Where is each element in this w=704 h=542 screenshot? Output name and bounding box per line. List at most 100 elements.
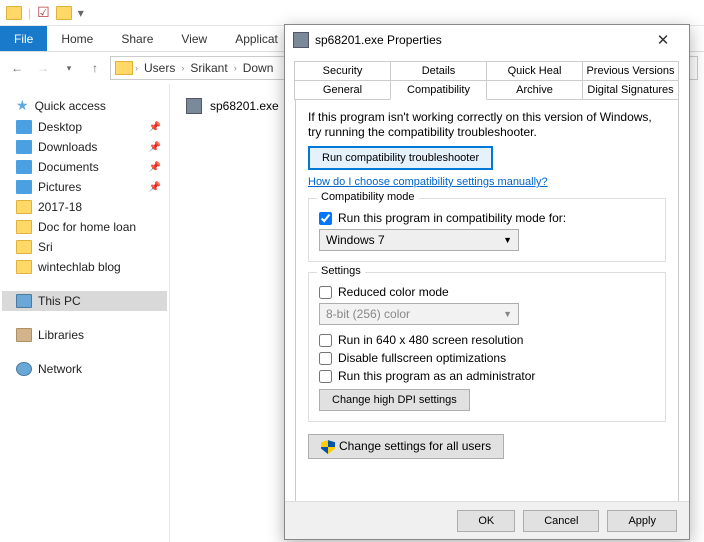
pin-icon: 📌: [149, 142, 161, 153]
back-button[interactable]: ←: [6, 57, 28, 79]
folder-icon: [16, 200, 32, 214]
qat-dropdown[interactable]: ▾: [78, 6, 84, 20]
documents-icon: [16, 160, 32, 174]
tab-file[interactable]: File: [0, 26, 47, 51]
close-button[interactable]: ✕: [645, 31, 681, 49]
desktop-icon: [16, 120, 32, 134]
color-mode-select: 8-bit (256) color▼: [319, 303, 519, 325]
tree-quick-access[interactable]: ★ Quick access: [2, 94, 167, 117]
run-troubleshooter-button[interactable]: Run compatibility troubleshooter: [308, 146, 493, 170]
tree-label: Pictures: [38, 180, 81, 194]
disable-fullscreen-checkbox[interactable]: Disable fullscreen optimizations: [319, 351, 655, 365]
compat-mode-select[interactable]: Windows 7▼: [319, 229, 519, 251]
tab-home[interactable]: Home: [47, 26, 107, 51]
pictures-icon: [16, 180, 32, 194]
group-legend: Settings: [317, 265, 365, 277]
checkbox-icon[interactable]: ☑: [37, 4, 50, 21]
tree-label: Sri: [38, 240, 53, 254]
file-name: sp68201.exe: [210, 99, 279, 113]
ok-button[interactable]: OK: [457, 510, 515, 532]
checkbox-input[interactable]: [319, 334, 332, 347]
chevron-right-icon[interactable]: ›: [181, 63, 184, 73]
checkbox-input[interactable]: [319, 286, 332, 299]
tab-quickheal[interactable]: Quick Heal: [486, 61, 583, 80]
compat-mode-checkbox[interactable]: Run this program in compatibility mode f…: [319, 211, 655, 225]
dialog-title: sp68201.exe Properties: [315, 33, 645, 47]
checkbox-input[interactable]: [319, 352, 332, 365]
tree-wintechlab[interactable]: wintechlab blog: [2, 257, 167, 277]
recent-dropdown[interactable]: ▾: [58, 57, 80, 79]
change-dpi-button[interactable]: Change high DPI settings: [319, 389, 470, 411]
tree-network[interactable]: Network: [2, 359, 167, 379]
change-all-users-button[interactable]: Change settings for all users: [308, 434, 504, 459]
tab-general[interactable]: General: [294, 80, 391, 100]
group-legend: Compatibility mode: [317, 191, 419, 203]
tab-details[interactable]: Details: [390, 61, 487, 80]
description-text: If this program isn't working correctly …: [308, 110, 666, 140]
tab-previous-versions[interactable]: Previous Versions: [582, 61, 679, 80]
tree-label: 2017-18: [38, 200, 82, 214]
tree-label: wintechlab blog: [38, 260, 121, 274]
tree-sri[interactable]: Sri: [2, 237, 167, 257]
tab-digital-signatures[interactable]: Digital Signatures: [582, 80, 679, 100]
tree-documents[interactable]: Documents📌: [2, 157, 167, 177]
dialog-titlebar[interactable]: sp68201.exe Properties ✕: [285, 25, 689, 55]
cancel-button[interactable]: Cancel: [523, 510, 599, 532]
tab-share[interactable]: Share: [107, 26, 167, 51]
folder-icon: [6, 6, 22, 20]
tree-2017-18[interactable]: 2017-18: [2, 197, 167, 217]
crumb-users[interactable]: Users: [140, 61, 179, 75]
tree-label: Downloads: [38, 140, 97, 154]
tree-desktop[interactable]: Desktop 📌: [2, 117, 167, 137]
network-icon: [16, 362, 32, 376]
tab-view[interactable]: View: [167, 26, 221, 51]
tree-pictures[interactable]: Pictures 📌: [2, 177, 167, 197]
compatibility-pane: If this program isn't working correctly …: [295, 99, 679, 511]
folder-icon[interactable]: [56, 6, 72, 20]
up-button[interactable]: ↑: [84, 57, 106, 79]
tree-label: Network: [38, 362, 82, 376]
forward-button: →: [32, 57, 54, 79]
tree-doc-loan[interactable]: Doc for home loan: [2, 217, 167, 237]
downloads-icon: [16, 140, 32, 154]
tab-compatibility[interactable]: Compatibility: [390, 80, 487, 100]
star-icon: ★: [16, 97, 29, 114]
shield-icon: [321, 440, 335, 454]
apply-button[interactable]: Apply: [607, 510, 677, 532]
folder-icon: [16, 220, 32, 234]
reduced-color-checkbox[interactable]: Reduced color mode: [319, 285, 655, 299]
checkbox-input[interactable]: [319, 212, 332, 225]
chevron-right-icon[interactable]: ›: [234, 63, 237, 73]
crumb-down[interactable]: Down: [239, 61, 278, 75]
libraries-icon: [16, 328, 32, 342]
pin-icon: 📌: [149, 182, 161, 193]
pc-icon: [16, 294, 32, 308]
nav-tree: ★ Quick access Desktop 📌 Downloads 📌 Docume…: [0, 84, 170, 542]
settings-group: Settings Reduced color mode 8-bit (256) …: [308, 272, 666, 422]
tree-this-pc[interactable]: This PC: [2, 291, 167, 311]
manual-settings-link[interactable]: How do I choose compatibility settings m…: [308, 176, 548, 188]
tab-archive[interactable]: Archive: [486, 80, 583, 100]
pin-icon: 📌: [149, 162, 161, 173]
divider: |: [28, 6, 31, 20]
folder-icon: [16, 240, 32, 254]
exe-icon: [186, 98, 202, 114]
crumb-srikant[interactable]: Srikant: [186, 61, 231, 75]
chevron-right-icon[interactable]: ›: [135, 63, 138, 73]
folder-icon: [115, 61, 133, 75]
run-640-checkbox[interactable]: Run in 640 x 480 screen resolution: [319, 333, 655, 347]
properties-dialog: sp68201.exe Properties ✕ Security Detail…: [284, 24, 690, 540]
quick-access-toolbar: | ☑ ▾: [0, 0, 704, 26]
tree-libraries[interactable]: Libraries: [2, 325, 167, 345]
tab-security[interactable]: Security: [294, 61, 391, 80]
tree-label: Quick access: [35, 99, 106, 113]
pin-icon: 📌: [149, 122, 161, 133]
tree-label: Desktop: [38, 120, 82, 134]
tab-application[interactable]: Applicat: [221, 26, 292, 51]
tree-label: Doc for home loan: [38, 220, 136, 234]
tree-downloads[interactable]: Downloads 📌: [2, 137, 167, 157]
checkbox-input[interactable]: [319, 370, 332, 383]
tree-label: This PC: [38, 294, 81, 308]
run-as-admin-checkbox[interactable]: Run this program as an administrator: [319, 369, 655, 383]
compatibility-mode-group: Compatibility mode Run this program in c…: [308, 198, 666, 262]
